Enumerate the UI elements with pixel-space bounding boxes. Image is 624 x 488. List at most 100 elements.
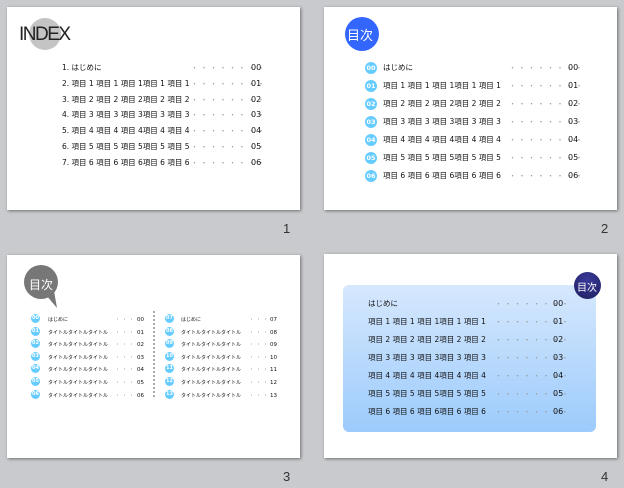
toc-item-label: 項目 3 項目 3 項目 3項目 3 項目 3	[383, 117, 501, 126]
toc-page-number: 02	[553, 335, 564, 344]
toc-item-label: 1. はじめに	[62, 63, 102, 72]
toc-item-label: 5. 項目 4 項目 4 項目 4項目 4 項目 4	[62, 126, 190, 136]
toc-item-label: はじめに	[181, 317, 202, 323]
toc-page-number: 02	[137, 342, 144, 349]
slide-number-2: 2	[601, 221, 609, 236]
slide-number-4: 4	[601, 469, 609, 484]
toc-item-label: 7. 項目 6 項目 6 項目 6項目 6 項目 6	[62, 157, 190, 167]
toc-page-number: 08	[270, 329, 277, 336]
toc-page-number: 05	[553, 389, 564, 398]
toc-item-label: タイトルタイトルタイトル	[181, 392, 242, 399]
toc-item-label: 項目 2 項目 2 項目 2項目 2 項目 2	[383, 99, 501, 108]
leader-dots: ・・・	[115, 367, 137, 374]
toc-page-number: 05	[137, 380, 144, 386]
toc-item-label: 項目 6 項目 6 項目 6項目 6 項目 6	[368, 407, 486, 416]
toc-page-number: 05	[568, 153, 579, 162]
number-badge: 01	[365, 80, 377, 92]
slide-title: 目次	[577, 283, 597, 294]
leader-dots: ・・・	[115, 342, 137, 349]
leader-dots: ・・・	[249, 392, 271, 399]
toc-page-number: 01	[568, 81, 579, 90]
slide-title: INDEX	[19, 24, 71, 45]
toc-page-number: 00	[568, 63, 579, 72]
toc-item-label: 項目 4 項目 4 項目 4項目 4 項目 4	[383, 135, 501, 144]
leader-dots: ・・・	[249, 380, 271, 386]
toc-page-number: 06	[137, 392, 144, 399]
toc-item-label: タイトルタイトルタイトル	[181, 380, 242, 386]
toc-item-label: 項目 1 項目 1 項目 1項目 1 項目 1	[383, 81, 501, 90]
toc-item-label: タイトルタイトルタイトル	[181, 342, 242, 349]
toc-page-number: 01	[553, 317, 564, 326]
toc-page-number: 04	[553, 371, 564, 380]
toc-item-label: はじめに	[368, 299, 398, 308]
number-badge: 03	[31, 351, 40, 361]
column-divider	[153, 311, 155, 397]
slide-number-1: 1	[283, 221, 291, 236]
leader-dots: ・・・	[115, 317, 137, 323]
leader-dots: ・・・	[115, 392, 137, 399]
slide-thumbnail-3[interactable]: 目次 00 はじめに ・・・ 00 01 タイトルタイトルタイトル ・・・ 01 02 タイトルタ…	[7, 255, 300, 458]
toc-item-label: 項目 1 項目 1 項目 1項目 1 項目 1	[368, 317, 486, 326]
number-badge: 05	[31, 377, 40, 386]
leader-dots: ・・・	[249, 329, 271, 336]
toc-page-number: 06	[251, 157, 262, 167]
number-badge: 01	[31, 326, 40, 336]
leader-dots: ・・・	[115, 329, 137, 336]
toc-item-label: はじめに	[383, 63, 413, 72]
toc-page-number: 05	[251, 142, 262, 151]
number-badge: 06	[31, 389, 40, 399]
number-badge: 06	[365, 170, 377, 182]
toc-page-number: 11	[270, 367, 277, 374]
number-badge: 07	[165, 314, 174, 323]
toc-item-label: タイトルタイトルタイトル	[181, 367, 242, 374]
toc-item-label: 2. 項目 1 項目 1 項目 1項目 1 項目 1	[62, 78, 190, 88]
number-badge: 04	[31, 364, 40, 374]
slide-title: 目次	[29, 278, 54, 292]
toc-page-number: 06	[553, 407, 564, 416]
toc-page-number: 09	[270, 342, 277, 349]
slide-number-3: 3	[283, 469, 291, 484]
toc-item-label: タイトルタイトルタイトル	[48, 380, 109, 386]
leader-dots: ・・・	[115, 380, 137, 386]
number-badge: 09	[165, 339, 174, 349]
toc-page-number: 03	[553, 353, 564, 362]
slide-thumbnail-4[interactable]: 目次 はじめに ・・・・・・・・ 00 項目 1 項目 1 項目 1項目 1 項目 1…	[324, 254, 617, 458]
toc-page-number: 13	[270, 392, 277, 399]
toc-item-label: 項目 5 項目 5 項目 5項目 5 項目 5	[383, 153, 501, 162]
toc-page-number: 03	[568, 117, 579, 126]
number-badge: 08	[165, 326, 174, 336]
toc-page-number: 00	[137, 317, 144, 323]
toc-item-label: タイトルタイトルタイトル	[181, 329, 242, 336]
toc-item-label: タイトルタイトルタイトル	[181, 354, 242, 361]
toc-page-number: 00	[251, 63, 262, 72]
leader-dots: ・・・	[249, 317, 271, 323]
number-badge: 04	[365, 134, 377, 146]
toc-page-number: 03	[137, 354, 144, 361]
toc-page-number: 10	[270, 354, 277, 361]
toc-item-label: タイトルタイトルタイトル	[48, 367, 109, 374]
slide-title: 目次	[347, 29, 374, 44]
toc-page-number: 02	[251, 94, 262, 104]
leader-dots: ・・・	[249, 367, 271, 374]
leader-dots: ・・・	[249, 354, 271, 361]
toc-page-number: 01	[251, 78, 262, 88]
toc-page-number: 06	[568, 171, 579, 180]
toc-page-number: 04	[251, 126, 262, 136]
toc-page-number: 04	[137, 367, 144, 374]
number-badge: 11	[165, 364, 174, 374]
toc-item-label: タイトルタイトルタイトル	[48, 342, 109, 349]
number-badge: 05	[365, 152, 377, 164]
toc-item-label: 項目 4 項目 4 項目 4項目 4 項目 4	[368, 371, 486, 380]
number-badge: 13	[165, 389, 174, 399]
toc-item-label: 4. 項目 3 項目 3 項目 3項目 3 項目 3	[62, 110, 190, 120]
toc-item-label: タイトルタイトルタイトル	[48, 329, 109, 336]
toc-page-number: 12	[270, 380, 277, 386]
slide-thumbnail-2[interactable]: 目次 00 はじめに ・・・・・・・・ 00 01 項目 1 項目 1 項目 1項目 1 …	[324, 7, 617, 210]
toc-page-number: 02	[568, 99, 579, 108]
toc-item-label: タイトルタイトルタイトル	[48, 354, 109, 361]
number-badge: 12	[165, 377, 174, 386]
number-badge: 10	[165, 351, 174, 361]
slide-thumbnail-1[interactable]: INDEX 1. はじめに ・・・・・・・・ 00 2. 項目 1 項目 1 項目 1…	[7, 7, 300, 210]
toc-item-label: 3. 項目 2 項目 2 項目 2項目 2 項目 2	[62, 94, 190, 104]
number-badge: 02	[365, 98, 377, 110]
